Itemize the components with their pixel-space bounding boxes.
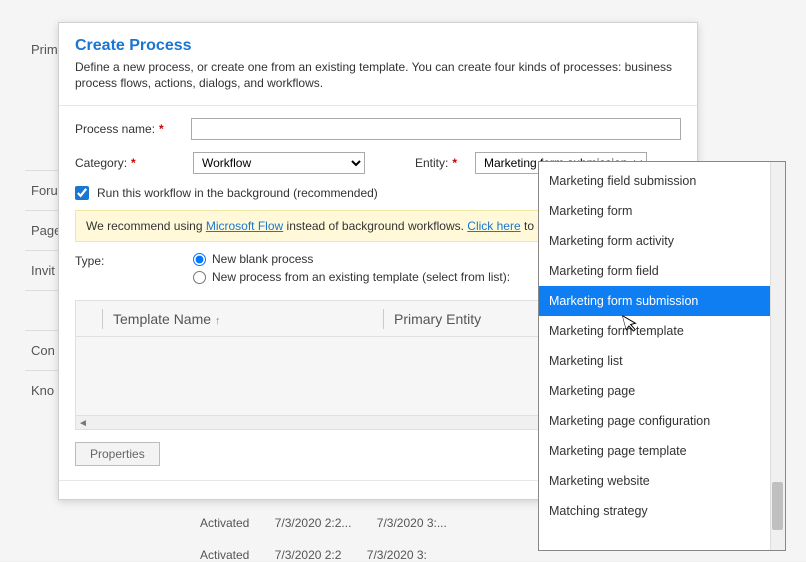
radio-template-input[interactable]	[193, 271, 206, 284]
entity-dropdown-list[interactable]: Marketing field submissionMarketing form…	[538, 161, 786, 551]
run-background-label: Run this workflow in the background (rec…	[97, 186, 378, 200]
bg-grid-row: Activated 7/3/2020 2:2... 7/3/2020 3:...	[200, 516, 469, 530]
entity-option[interactable]: Matching strategy	[539, 496, 785, 526]
click-here-link[interactable]: Click here	[467, 219, 520, 233]
sort-asc-icon: ↑	[215, 315, 221, 327]
column-template-name[interactable]: Template Name↑	[113, 311, 383, 327]
process-name-input[interactable]	[191, 118, 681, 140]
entity-option[interactable]: Marketing form field	[539, 256, 785, 286]
entity-option[interactable]: Marketing list	[539, 346, 785, 376]
properties-button: Properties	[75, 442, 160, 466]
entity-option[interactable]: Marketing website	[539, 466, 785, 496]
category-label: Category:*	[75, 156, 193, 170]
dialog-title: Create Process	[75, 37, 681, 55]
type-label: Type:	[75, 252, 193, 288]
process-name-label: Process name:*	[75, 122, 191, 136]
scroll-left-icon[interactable]: ◄	[76, 416, 90, 430]
entity-option[interactable]: Marketing page	[539, 376, 785, 406]
scrollbar-thumb[interactable]	[772, 482, 783, 530]
radio-blank-input[interactable]	[193, 253, 206, 266]
entity-label: Entity:*	[415, 156, 475, 170]
entity-option[interactable]: Marketing form template	[539, 316, 785, 346]
dropdown-scrollbar[interactable]	[770, 162, 785, 550]
radio-template-process[interactable]: New process from an existing template (s…	[193, 270, 510, 284]
entity-option[interactable]: Marketing field submission	[539, 166, 785, 196]
entity-option[interactable]: Marketing page template	[539, 436, 785, 466]
entity-option-list: Marketing field submissionMarketing form…	[539, 162, 785, 530]
divider	[59, 105, 697, 106]
entity-option[interactable]: Marketing form activity	[539, 226, 785, 256]
entity-option[interactable]: Marketing page configuration	[539, 406, 785, 436]
run-background-checkbox[interactable]	[75, 186, 89, 200]
category-select[interactable]: Workflow	[193, 152, 365, 174]
bg-grid-row: Activated 7/3/2020 2:2 7/3/2020 3:	[200, 548, 449, 562]
entity-option[interactable]: Marketing form	[539, 196, 785, 226]
entity-option[interactable]: Marketing form submission	[539, 286, 785, 316]
microsoft-flow-link[interactable]: Microsoft Flow	[206, 219, 283, 233]
radio-blank-process[interactable]: New blank process	[193, 252, 510, 266]
dialog-subtitle: Define a new process, or create one from…	[75, 59, 681, 91]
